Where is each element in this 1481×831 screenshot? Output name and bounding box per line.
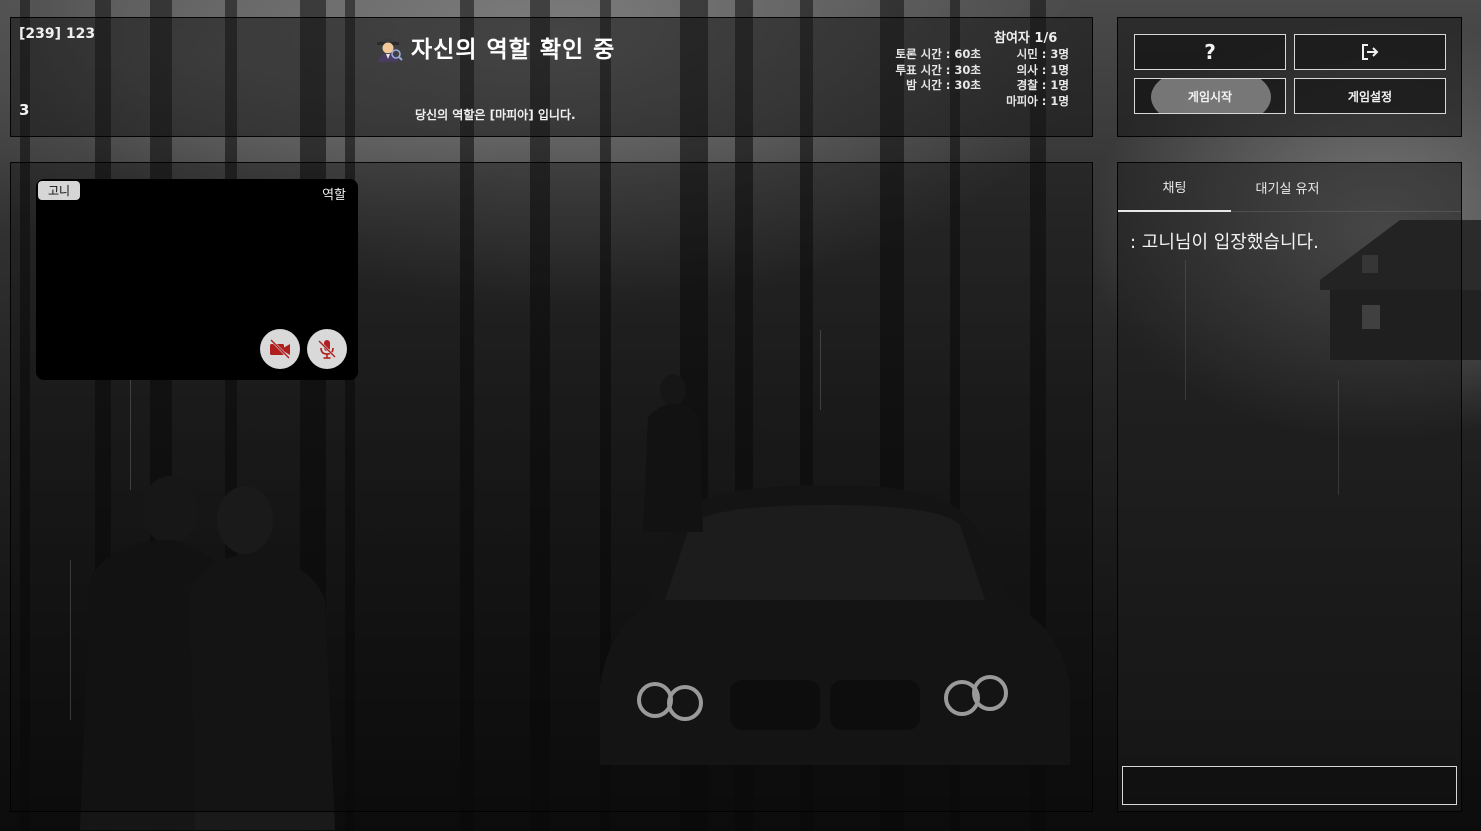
doctor-count: 의사 : 1명 bbox=[1016, 62, 1069, 77]
tab-chat[interactable]: 채팅 bbox=[1118, 163, 1231, 212]
time-settings: 토론 시간 : 60초 투표 시간 : 30초 밤 시간 : 30초 bbox=[877, 47, 981, 94]
round-number: 3 bbox=[19, 101, 30, 119]
start-game-button[interactable]: 게임시작 bbox=[1134, 78, 1286, 114]
chat-input[interactable] bbox=[1122, 766, 1457, 805]
chat-tabs: 채팅 대기실 유저 bbox=[1118, 163, 1461, 212]
player-role-label: 역할 bbox=[322, 188, 346, 203]
role-message: 당신의 역할은 [마피아] 입니다. bbox=[415, 108, 576, 122]
mic-off-icon bbox=[318, 340, 336, 359]
vote-time: 투표 시간 : 30초 bbox=[895, 62, 981, 77]
tab-waiting-room-users[interactable]: 대기실 유저 bbox=[1231, 163, 1344, 212]
phase-title: 자신의 역할 확인 중 bbox=[411, 37, 616, 63]
spy-detective-icon bbox=[377, 38, 403, 62]
night-time: 밤 시간 : 30초 bbox=[906, 78, 981, 92]
phase-heading: 자신의 역할 확인 중 bbox=[373, 30, 615, 64]
game-controls-panel: ? 게임시작 게임설정 bbox=[1117, 17, 1462, 137]
player-video-card[interactable]: 고니 역할 bbox=[36, 179, 358, 380]
game-settings-button[interactable]: 게임설정 bbox=[1294, 78, 1446, 114]
help-button[interactable]: ? bbox=[1134, 34, 1286, 70]
exit-icon bbox=[1362, 44, 1379, 60]
police-count: 경찰 : 1명 bbox=[1016, 78, 1069, 92]
camera-toggle-button[interactable] bbox=[260, 329, 300, 369]
mic-toggle-button[interactable] bbox=[307, 329, 347, 369]
role-counts: 시민 : 3명 의사 : 1명 경찰 : 1명 마피아 : 1명 bbox=[983, 47, 1069, 109]
player-video-area: 고니 역할 bbox=[10, 162, 1093, 812]
mafia-count: 마피아 : 1명 bbox=[1006, 93, 1069, 108]
exit-button[interactable] bbox=[1294, 34, 1446, 70]
start-game-label: 게임시작 bbox=[1187, 89, 1233, 104]
game-status-panel: [239] 123 3 자신의 역할 확인 중 당신의 역할은 [마피아] 입니… bbox=[10, 17, 1093, 137]
room-id: [239] 123 bbox=[19, 26, 96, 42]
participant-count: 참여자 1/6 bbox=[994, 31, 1058, 46]
chat-message: : 고니님이 입장했습니다. bbox=[1130, 232, 1319, 253]
player-name-tag: 고니 bbox=[38, 181, 81, 200]
chat-panel: 채팅 대기실 유저 : 고니님이 입장했습니다. bbox=[1117, 162, 1462, 812]
discussion-time: 토론 시간 : 60초 bbox=[895, 47, 981, 61]
citizen-count: 시민 : 3명 bbox=[1016, 47, 1069, 61]
camera-off-icon bbox=[270, 339, 290, 359]
